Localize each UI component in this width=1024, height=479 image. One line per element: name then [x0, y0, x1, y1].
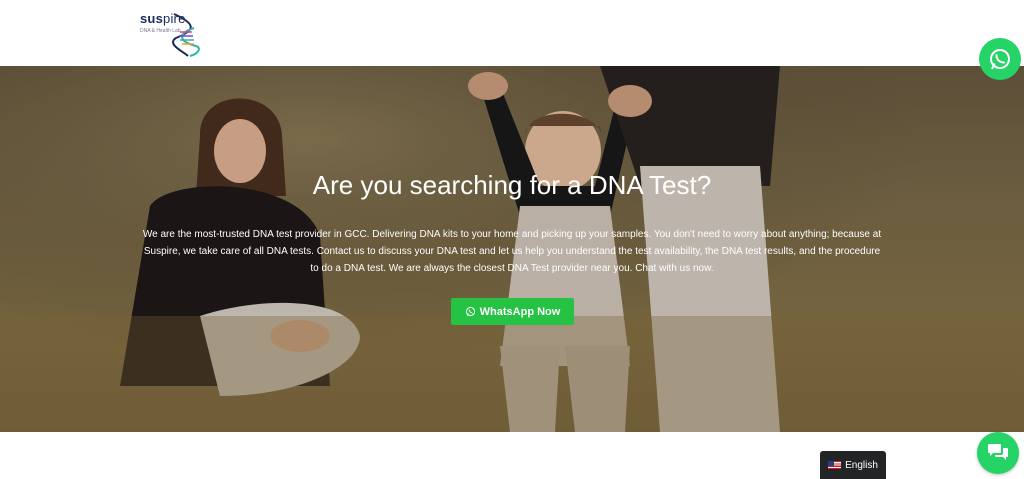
- whatsapp-now-label: WhatsApp Now: [479, 305, 561, 318]
- language-switcher[interactable]: English: [820, 451, 886, 479]
- floating-whatsapp-button[interactable]: [979, 38, 1021, 80]
- floating-chat-button[interactable]: [977, 432, 1019, 474]
- dna-helix-icon: [172, 13, 200, 57]
- whatsapp-now-button[interactable]: WhatsApp Now: [451, 298, 574, 325]
- hero-description: We are the most-trusted DNA test provide…: [142, 229, 882, 274]
- chat-bubbles-icon: [988, 444, 1008, 460]
- us-flag-icon: [828, 461, 842, 469]
- hero-title: Are you searching for a DNA Test?: [312, 170, 712, 200]
- site-header: suspire DNA & Health Lab: [0, 0, 1024, 66]
- whatsapp-icon: [465, 306, 475, 317]
- whatsapp-icon: [990, 49, 1010, 70]
- language-label: English: [845, 459, 878, 471]
- suspire-logo[interactable]: suspire DNA & Health Lab: [140, 8, 208, 58]
- hero-banner: Are you searching for a DNA Test? We are…: [0, 66, 1024, 432]
